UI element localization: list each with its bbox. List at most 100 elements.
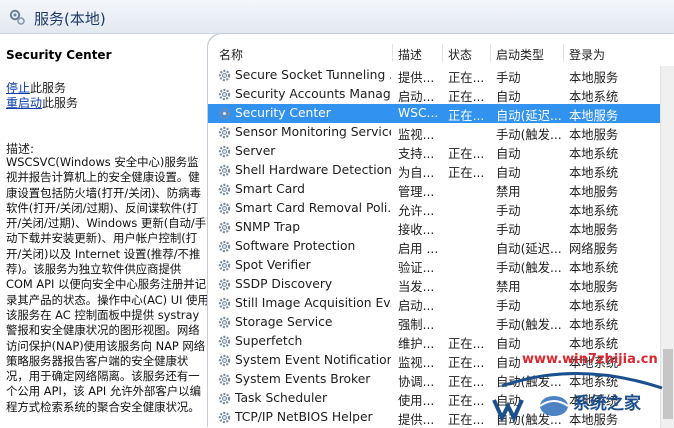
service-row[interactable]: Superfetch 维护... 正在... 自动 本地系统 bbox=[208, 332, 660, 351]
column-header-logon-as[interactable]: 登录为 bbox=[569, 46, 605, 63]
services-gear-icon bbox=[9, 9, 25, 25]
service-row[interactable]: Spot Verifier 验证... 手动(触发... 本地系统 bbox=[208, 256, 660, 275]
service-startup-type-cell: 手动 bbox=[496, 71, 521, 85]
gear-icon bbox=[217, 87, 232, 102]
services-window: 服务(本地) Security Center 停止此服务 重启动此服务 描述: … bbox=[0, 0, 674, 428]
service-status-cell: 正在... bbox=[448, 337, 485, 351]
service-row[interactable]: Security Accounts Manag... 启动... 正在... 自动 本地… bbox=[208, 85, 660, 104]
service-row[interactable]: Smart Card 管理... 禁用 本地服务 bbox=[208, 180, 660, 199]
service-action-links: 停止此服务 重启动此服务 bbox=[6, 81, 78, 111]
service-logon-cell: 本地服务 bbox=[569, 280, 619, 294]
service-row[interactable]: SSDP Discovery 当发... 禁用 本地服务 bbox=[208, 275, 660, 294]
gear-icon bbox=[217, 334, 232, 349]
service-startup-type-cell: 手动 bbox=[496, 204, 521, 218]
service-status-cell: 正在... bbox=[448, 90, 485, 104]
service-startup-type-cell: 自动 bbox=[496, 147, 521, 161]
description-pane: Security Center 停止此服务 重启动此服务 描述: WSCSVC(… bbox=[0, 34, 210, 428]
gear-icon bbox=[217, 144, 232, 159]
service-name-cell: SNMP Trap bbox=[235, 220, 301, 234]
service-name-cell: Software Protection bbox=[235, 239, 356, 253]
stop-service-link[interactable]: 停止 bbox=[6, 81, 30, 95]
gear-icon bbox=[217, 353, 232, 368]
service-status-cell: 正在... bbox=[448, 166, 485, 180]
column-header-name[interactable]: 名称 bbox=[219, 46, 243, 63]
service-logon-cell: 本地服务 bbox=[569, 185, 619, 199]
service-name-cell: Secure Socket Tunneling ... bbox=[235, 68, 391, 82]
service-name-cell: Server bbox=[235, 144, 276, 158]
service-row[interactable]: SNMP Trap 接收... 手动 本地服务 bbox=[208, 218, 660, 237]
gear-icon bbox=[217, 372, 232, 387]
watermark-url: www.win7zhijia.cn bbox=[522, 352, 658, 367]
service-logon-cell: 本地系统 bbox=[569, 261, 619, 275]
service-name-cell: Task Scheduler bbox=[235, 391, 328, 405]
column-header-status[interactable]: 状态 bbox=[448, 46, 472, 63]
column-divider[interactable] bbox=[563, 44, 564, 62]
service-startup-type-cell: 手动(触发... bbox=[496, 318, 562, 332]
service-startup-type-cell: 禁用 bbox=[496, 185, 521, 199]
service-startup-type-cell: 手动(触发... bbox=[496, 261, 562, 275]
column-header-description[interactable]: 描述 bbox=[398, 46, 422, 63]
service-row[interactable]: Secure Socket Tunneling ... 提供... 正在... 手动 本… bbox=[208, 66, 660, 85]
service-startup-type-cell: 自动 bbox=[496, 166, 521, 180]
service-logon-cell: 本地服务 bbox=[569, 128, 619, 142]
service-logon-cell: 本地系统 bbox=[569, 299, 619, 313]
service-name-cell: Smart Card Removal Poli... bbox=[235, 201, 391, 215]
service-status-cell: 正在... bbox=[448, 147, 485, 161]
service-description-cell: 验证... bbox=[398, 261, 435, 275]
service-description-cell: 监视... bbox=[398, 356, 435, 370]
column-header-startup-type[interactable]: 启动类型 bbox=[496, 46, 544, 63]
service-description-cell: 当发... bbox=[398, 280, 435, 294]
service-row[interactable]: Sensor Monitoring Service 监视... 手动(触发... 本地… bbox=[208, 123, 660, 142]
service-logon-cell: 本地系统 bbox=[569, 166, 619, 180]
service-description-cell: 协调... bbox=[398, 375, 435, 389]
service-row[interactable]: Smart Card Removal Poli... 允许... 手动 本地系统 bbox=[208, 199, 660, 218]
service-status-cell: 正在... bbox=[448, 109, 485, 123]
service-description-cell: 管理... bbox=[398, 185, 435, 199]
service-startup-type-cell: 手动 bbox=[496, 223, 521, 237]
column-divider[interactable] bbox=[442, 44, 443, 62]
service-row[interactable]: Storage Service 强制... 手动(触发... 本地系统 bbox=[208, 313, 660, 332]
service-logon-cell: 本地服务 bbox=[569, 109, 619, 123]
gear-icon bbox=[217, 410, 232, 425]
service-row[interactable]: Still Image Acquisition Ev... 启动... 手动 本地系统 bbox=[208, 294, 660, 313]
service-startup-type-cell: 禁用 bbox=[496, 280, 521, 294]
column-divider[interactable] bbox=[392, 44, 393, 62]
service-name-cell: System Events Broker bbox=[235, 372, 371, 386]
service-row[interactable]: Server 支持... 正在... 自动 本地系统 bbox=[208, 142, 660, 161]
service-logon-cell: 本地系统 bbox=[569, 204, 619, 218]
service-name-cell: Spot Verifier bbox=[235, 258, 311, 272]
service-startup-type-cell: 自动(延迟... bbox=[496, 109, 562, 123]
service-row[interactable]: Security Center WSC... 正在... 自动(延迟... 本地服务 bbox=[208, 104, 660, 123]
window-title: 服务(本地) bbox=[34, 10, 106, 28]
gear-icon bbox=[217, 258, 232, 273]
service-startup-type-cell: 手动(触发... bbox=[496, 128, 562, 142]
service-description-cell: 启动... bbox=[398, 299, 435, 313]
service-description-cell: 提供... bbox=[398, 71, 435, 85]
header-bar: 服务(本地) bbox=[0, 0, 674, 34]
service-name-cell: Storage Service bbox=[235, 315, 333, 329]
gear-icon bbox=[217, 220, 232, 235]
service-logon-cell: 本地系统 bbox=[569, 90, 619, 104]
restart-service-link[interactable]: 重启动 bbox=[6, 96, 42, 110]
selected-service-name: Security Center bbox=[6, 48, 112, 62]
service-description-cell: 强制... bbox=[398, 318, 435, 332]
service-startup-type-cell: 手动 bbox=[496, 299, 521, 313]
service-description: WSCSVC(Windows 安全中心)服务监视并报告计算机上的安全健康设置。健… bbox=[6, 155, 209, 414]
service-description-cell: 启动... bbox=[398, 90, 435, 104]
service-startup-type-cell: 自动 bbox=[496, 337, 521, 351]
gear-icon bbox=[217, 391, 232, 406]
restart-link-suffix: 此服务 bbox=[42, 96, 79, 110]
service-description-cell: 启用 ... bbox=[398, 242, 438, 256]
column-divider[interactable] bbox=[490, 44, 491, 62]
service-name-cell: TCP/IP NetBIOS Helper bbox=[235, 410, 373, 424]
service-startup-type-cell: 自动 bbox=[496, 90, 521, 104]
service-description-cell: 允许... bbox=[398, 204, 435, 218]
watermark-text: 系统之家 bbox=[573, 394, 641, 414]
service-logon-cell: 本地系统 bbox=[569, 337, 619, 351]
stop-link-suffix: 此服务 bbox=[30, 81, 67, 95]
service-row[interactable]: Software Protection 启用 ... 自动(延迟... 网络服务 bbox=[208, 237, 660, 256]
service-logon-cell: 本地服务 bbox=[569, 223, 619, 237]
service-description-cell: 维护... bbox=[398, 337, 435, 351]
service-row[interactable]: Shell Hardware Detection 为自... 正在... 自动 本地系统 bbox=[208, 161, 660, 180]
service-startup-type-cell: 自动(延迟... bbox=[496, 242, 562, 256]
